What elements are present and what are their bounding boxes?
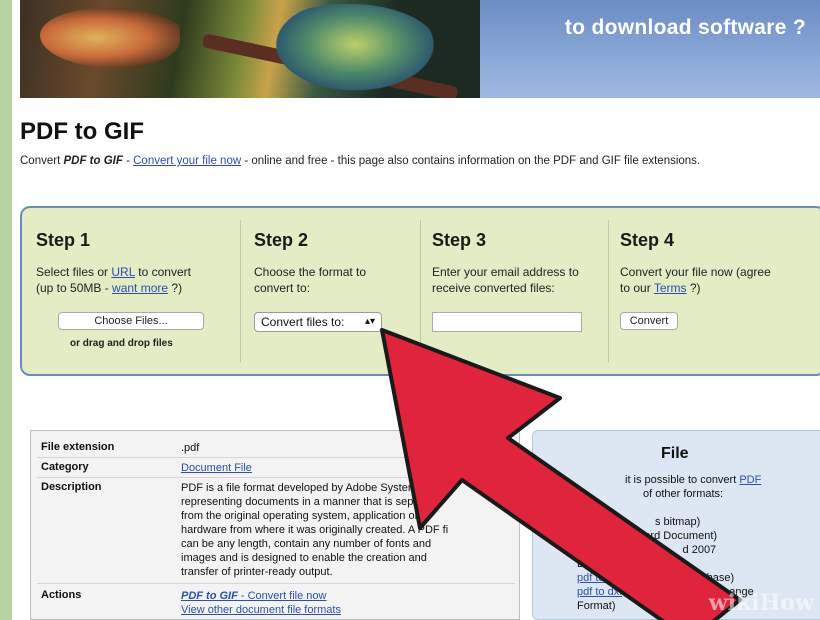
- step-2-text: Choose the format to convert to:: [254, 264, 366, 296]
- step-divider: [420, 220, 421, 362]
- step-1-line2-b: ?): [168, 281, 183, 295]
- convert-button[interactable]: Convert: [620, 312, 678, 330]
- sidebar-line-1-text: it is possible to convert: [625, 474, 740, 486]
- row-value: PDF is a file format developed by Adobe …: [181, 481, 481, 579]
- sidebar-item: pdf to dwg (A ing Database): [577, 571, 734, 585]
- page-title: PDF to GIF: [20, 118, 144, 145]
- row-key: Description: [41, 481, 102, 493]
- step-1-line1-a: Select files or: [36, 265, 112, 279]
- web-page: to download software ? PDF to GIF Conver…: [12, 0, 820, 620]
- step-3: Step 3 Enter your email address to recei…: [432, 208, 612, 374]
- step-1-title: Step 1: [36, 230, 91, 250]
- step-4: Step 4 Convert your file now (agree to o…: [620, 208, 816, 374]
- description-line: PDF is a file format developed by Adobe …: [181, 482, 435, 494]
- row-value: PDF to GIF - Convert file now View other…: [181, 589, 481, 617]
- sidebar-heading: File: [661, 445, 689, 462]
- intro-dash: -: [122, 155, 134, 167]
- chameleon-left: [40, 8, 180, 68]
- step-4-line1: Convert your file now (agree: [620, 265, 771, 279]
- document-file-link[interactable]: Document File: [181, 462, 252, 474]
- terms-link[interactable]: Terms: [654, 281, 687, 295]
- step-4-text: Convert your file now (agree to our Term…: [620, 264, 771, 296]
- chameleon-banner-image: [20, 0, 480, 98]
- conversion-link[interactable]: pdf to: [577, 544, 605, 556]
- conversion-link[interactable]: pdf to dwg: [577, 572, 628, 584]
- sidebar-line-1: it is possible to convert PDF: [625, 473, 761, 487]
- step-1-line1-b: to convert: [134, 265, 191, 279]
- row-key: File extension: [41, 441, 115, 453]
- intro-suffix: - online and free - this page also conta…: [241, 155, 701, 167]
- step-2-line2: convert to:: [254, 281, 311, 295]
- step-1-text: Select files or URL to convert (up to 50…: [36, 264, 191, 296]
- step-3-line1: Enter your email address to: [432, 265, 579, 279]
- description-line: can be any length, contain any number of…: [181, 538, 432, 550]
- convert-now-link[interactable]: Convert your file now: [133, 155, 241, 167]
- intro-prefix: Convert: [20, 155, 64, 167]
- row-key: Actions: [41, 589, 82, 601]
- step-divider: [608, 220, 609, 362]
- description-line: images and is designed to enable the cre…: [181, 552, 427, 564]
- format-select-value: Convert files to:: [261, 315, 345, 329]
- row-divider: [37, 583, 515, 584]
- sidebar-item: Format): [577, 600, 616, 612]
- wikihow-watermark: wikiHow: [709, 590, 814, 616]
- sidebar-line-2: of other formats:: [643, 488, 724, 500]
- step-1-line2-a: (up to 50MB -: [36, 281, 113, 295]
- action-bold: PDF to GIF: [181, 590, 238, 602]
- convert-file-now-link[interactable]: PDF to GIF - Convert file now: [181, 590, 326, 602]
- step-divider: [240, 220, 241, 362]
- step-4-line2-a: to our: [620, 281, 654, 295]
- other-formats-link[interactable]: View other document file formats: [181, 604, 341, 616]
- step-4-title: Step 4: [620, 230, 675, 250]
- conversion-steps-panel: Step 1 Select files or URL to convert (u…: [20, 206, 820, 376]
- description-line: hardware from where it was originally cr…: [181, 524, 449, 536]
- row-divider: [37, 457, 515, 458]
- drag-drop-note: or drag and drop files: [70, 338, 173, 349]
- url-link[interactable]: URL: [111, 265, 135, 279]
- format-select[interactable]: Convert files to: ▴▾: [254, 312, 382, 332]
- intro-bold: PDF to GIF: [63, 155, 123, 167]
- description-line: transfer of printer-ready output.: [181, 566, 333, 578]
- site-banner: to download software ?: [20, 0, 820, 98]
- sidebar-item-text: ord Document): [644, 530, 718, 542]
- watermark-wiki: wiki: [708, 590, 760, 616]
- sidebar-item-text: (A ing Database): [627, 572, 735, 584]
- banner-tagline: to download software ?: [564, 16, 806, 39]
- step-2: Step 2 Choose the format to convert to: …: [254, 208, 424, 374]
- sidebar-item: pdf ord Document): [577, 529, 717, 543]
- description-line: from the original operating system, appl…: [181, 510, 419, 522]
- row-value: Document File: [181, 461, 481, 475]
- row-value: .pdf: [181, 442, 200, 454]
- row-key: Category: [41, 461, 89, 473]
- step-1: Step 1 Select files or URL to convert (u…: [36, 208, 236, 374]
- pdf-link[interactable]: PDF: [739, 474, 761, 486]
- file-info-table: File extension .pdf Category Document Fi…: [30, 430, 520, 620]
- chameleon-right: [270, 4, 440, 94]
- conversion-link[interactable]: pdf: [577, 530, 592, 542]
- watermark-how: How: [759, 590, 814, 616]
- row-divider: [37, 477, 515, 478]
- step-3-title: Step 3: [432, 230, 487, 250]
- step-3-line2: receive converted files:: [432, 281, 555, 295]
- sidebar-item: s bitmap): [655, 516, 701, 528]
- description-line: representing documents in a manner that …: [181, 496, 439, 508]
- want-more-link[interactable]: want more: [112, 281, 168, 295]
- sidebar-item-text: d 2007: [682, 544, 717, 556]
- choose-files-button[interactable]: Choose Files...: [58, 312, 204, 330]
- step-2-line1: Choose the format to: [254, 265, 367, 279]
- sidebar-item: pdf to d 2007: [577, 543, 716, 557]
- sidebar-item: Documen: [577, 558, 625, 570]
- conversion-link[interactable]: pdf to dxf: [577, 586, 622, 598]
- step-4-line2-b: ?): [686, 281, 701, 295]
- intro-text: Convert PDF to GIF - Convert your file n…: [20, 155, 700, 167]
- banner-blue-panel: [480, 0, 820, 98]
- email-input[interactable]: [432, 312, 582, 332]
- step-2-title: Step 2: [254, 230, 309, 250]
- select-arrows-icon: ▴▾: [364, 316, 375, 327]
- action-rest: - Convert file now: [237, 590, 327, 602]
- step-3-text: Enter your email address to receive conv…: [432, 264, 579, 296]
